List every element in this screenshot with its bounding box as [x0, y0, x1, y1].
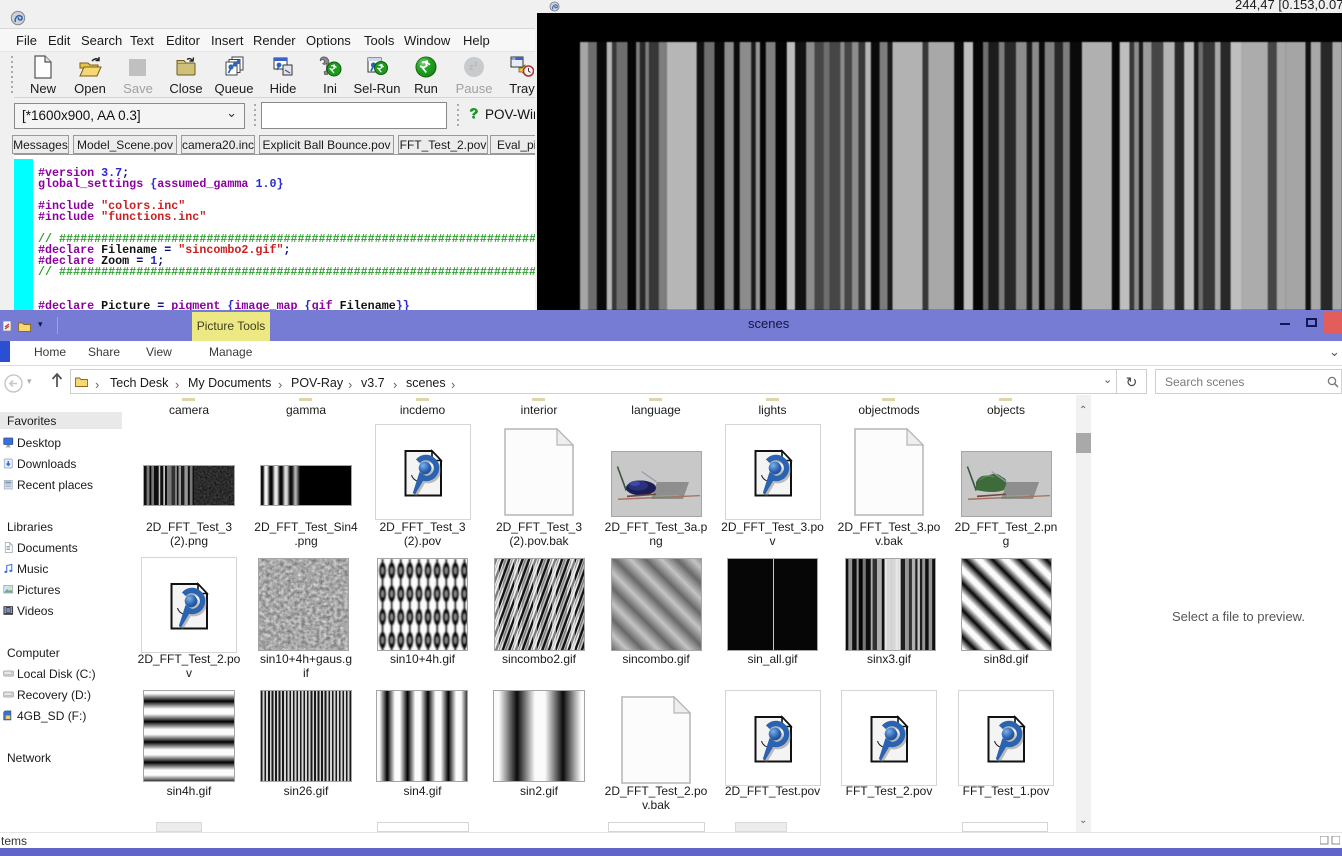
svg-text:38: 38	[512, 57, 516, 61]
svg-text:z: z	[474, 61, 478, 68]
